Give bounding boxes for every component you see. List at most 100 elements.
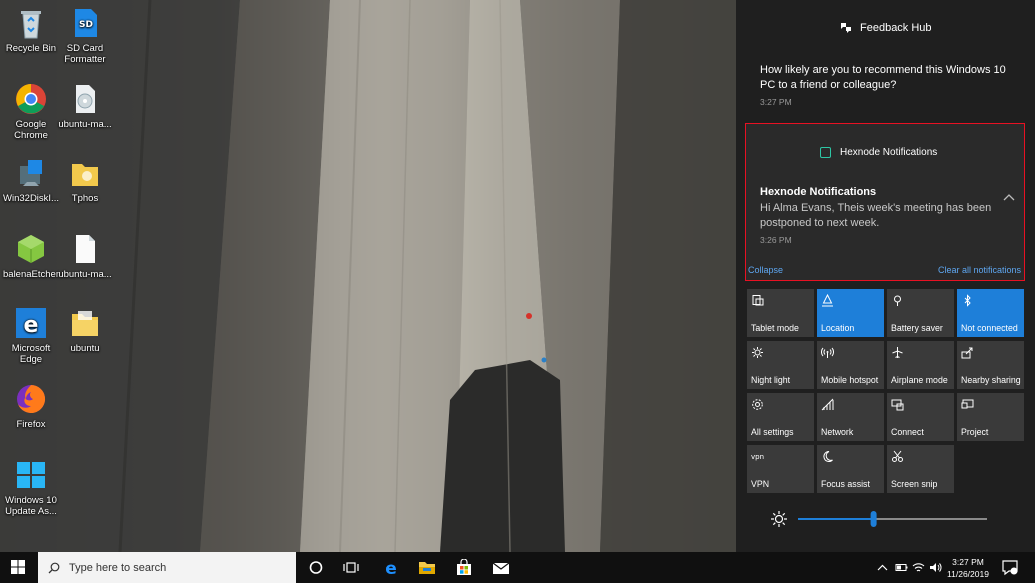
feedback-hub-icon [841, 23, 851, 33]
taskbar-edge-button[interactable]: e [382, 559, 400, 576]
gear-icon [752, 399, 763, 410]
quick-action-airplane-mode[interactable]: Airplane mode [887, 341, 954, 389]
quick-action-label: Not connected [961, 323, 1018, 333]
clock-time: 3:27 PM [952, 557, 984, 567]
quick-action-battery-saver[interactable]: Battery saver [887, 289, 954, 337]
desktop-icon-label: ubuntu-ma... [58, 119, 112, 130]
wifi-icon[interactable] [912, 561, 925, 574]
desktop-icon-label: Microsoft Edge [11, 343, 51, 365]
quick-action-vpn[interactable]: vpn VPN [747, 445, 814, 493]
file-icon [68, 232, 102, 266]
desktop-icon-windows-update-assistant[interactable]: Windows 10 Update As... [0, 458, 62, 517]
screen: Recycle Bin SD SD Card Formatter Google … [0, 0, 1035, 583]
feedback-hub-app-name: Feedback Hub [860, 22, 932, 34]
desktop-icon-sd-card-formatter[interactable]: SD SD Card Formatter [54, 6, 116, 65]
quick-action-focus-assist[interactable]: Focus assist [817, 445, 884, 493]
hotspot-icon [821, 347, 834, 358]
desktop-icon-label: SD Card Formatter [64, 43, 106, 65]
feedback-hub-header[interactable]: Feedback Hub [840, 22, 932, 34]
desktop-icon-label: ubuntu-ma... [58, 269, 112, 280]
hexnode-app-header[interactable]: Hexnode Notifications [820, 147, 937, 158]
hexnode-notification-message[interactable]: Hi Alma Evans, Theis week's meeting has … [760, 201, 1000, 231]
store-bag-icon [457, 559, 471, 575]
desktop-icon-balenaetcher[interactable]: balenaEtcher [0, 232, 62, 280]
desktop-icon-win32diskimager[interactable]: Win32DiskI... [0, 156, 62, 204]
folder-icon [68, 306, 102, 340]
quick-action-project[interactable]: Project [957, 393, 1024, 441]
quick-action-network[interactable]: Network [817, 393, 884, 441]
desktop-icon-tphos[interactable]: Tphos [54, 156, 116, 204]
battery-icon[interactable] [895, 561, 908, 574]
quick-action-label: Nearby sharing [961, 375, 1021, 385]
desktop-icon-label: Win32DiskI... [3, 193, 59, 204]
feedback-hub-message[interactable]: How likely are you to recommend this Win… [760, 63, 1010, 93]
quick-action-label: Screen snip [891, 479, 938, 489]
cortana-button[interactable] [307, 559, 325, 576]
taskbar-store-button[interactable] [455, 559, 473, 576]
brightness-icon [771, 511, 787, 527]
taskbar-file-explorer-button[interactable] [418, 559, 436, 576]
balena-cube-icon [14, 232, 48, 266]
start-button[interactable] [11, 560, 25, 574]
network-icon [821, 398, 834, 411]
desktop-icon-google-chrome[interactable]: Google Chrome [0, 82, 62, 141]
hexnode-notification-title[interactable]: Hexnode Notifications [760, 186, 876, 198]
quick-action-label: Night light [751, 375, 791, 385]
quick-action-location[interactable]: Location [817, 289, 884, 337]
task-view-button[interactable] [342, 559, 360, 576]
edge-icon: e [385, 559, 397, 576]
chevron-up-icon[interactable] [1003, 192, 1015, 202]
clear-all-notifications-link[interactable]: Clear all notifications [938, 265, 1021, 275]
quick-action-label: Focus assist [821, 479, 870, 489]
quick-action-connect[interactable]: Connect [887, 393, 954, 441]
volume-icon[interactable] [929, 561, 942, 574]
action-center-button[interactable] [1001, 559, 1019, 576]
desktop-icon-ubuntu-file-1[interactable]: ubuntu-ma... [54, 82, 116, 130]
quick-action-label: Connect [891, 427, 924, 437]
svg-text:vpn: vpn [751, 453, 764, 461]
quick-action-label: Airplane mode [891, 375, 948, 385]
quick-action-screen-snip[interactable]: Screen snip [887, 445, 954, 493]
moon-icon [823, 450, 833, 462]
quick-action-label: Mobile hotspot [821, 375, 879, 385]
taskbar-clock[interactable]: 3:27 PM 11/26/2019 [945, 556, 991, 580]
disk-imager-icon [14, 156, 48, 190]
show-hidden-icons-button[interactable] [876, 561, 889, 574]
search-placeholder: Type here to search [69, 561, 167, 574]
taskbar-mail-button[interactable] [492, 559, 510, 576]
quick-action-label: Location [821, 323, 855, 333]
desktop-icon-label: Google Chrome [14, 119, 48, 141]
file-explorer-icon [419, 562, 435, 574]
desktop-icon-label: Recycle Bin [5, 43, 57, 54]
airplane-icon [892, 347, 903, 358]
edge-icon: e [14, 306, 48, 340]
night-light-icon [752, 347, 763, 358]
desktop-icon-ubuntu-folder[interactable]: ubuntu [54, 306, 116, 354]
desktop-icon-label: Tphos [71, 193, 99, 204]
quick-action-mobile-hotspot[interactable]: Mobile hotspot [817, 341, 884, 389]
sd-card-icon: SD [68, 6, 102, 40]
windows-logo-icon [14, 458, 48, 492]
quick-action-not-connected[interactable]: Not connected [957, 289, 1024, 337]
desktop-icon-label: balenaEtcher [3, 269, 59, 280]
taskbar-search-box[interactable]: Type here to search [38, 552, 296, 583]
quick-action-night-light[interactable]: Night light [747, 341, 814, 389]
desktop-icon-recycle-bin[interactable]: Recycle Bin [0, 6, 62, 54]
hexnode-notification-group: Hexnode Notifications Hexnode Notificati… [745, 123, 1025, 281]
desktop-icon-firefox[interactable]: Firefox [0, 382, 62, 430]
collapse-link[interactable]: Collapse [748, 265, 783, 275]
quick-action-label: Project [961, 427, 989, 437]
disc-image-icon [68, 82, 102, 116]
windows-logo-icon [11, 560, 25, 574]
recycle-bin-icon [14, 6, 48, 40]
brightness-control[interactable] [770, 510, 990, 528]
desktop-icon-microsoft-edge[interactable]: e Microsoft Edge [0, 306, 62, 365]
quick-action-label: Battery saver [891, 323, 943, 333]
connect-icon [891, 399, 904, 411]
desktop-icon-ubuntu-file-2[interactable]: ubuntu-ma... [54, 232, 116, 280]
project-icon [961, 399, 974, 409]
desktop-icon-label: Windows 10 Update As... [5, 495, 57, 517]
quick-action-tablet-mode[interactable]: Tablet mode [747, 289, 814, 337]
quick-action-nearby-sharing[interactable]: Nearby sharing [957, 341, 1024, 389]
quick-action-all-settings[interactable]: All settings [747, 393, 814, 441]
